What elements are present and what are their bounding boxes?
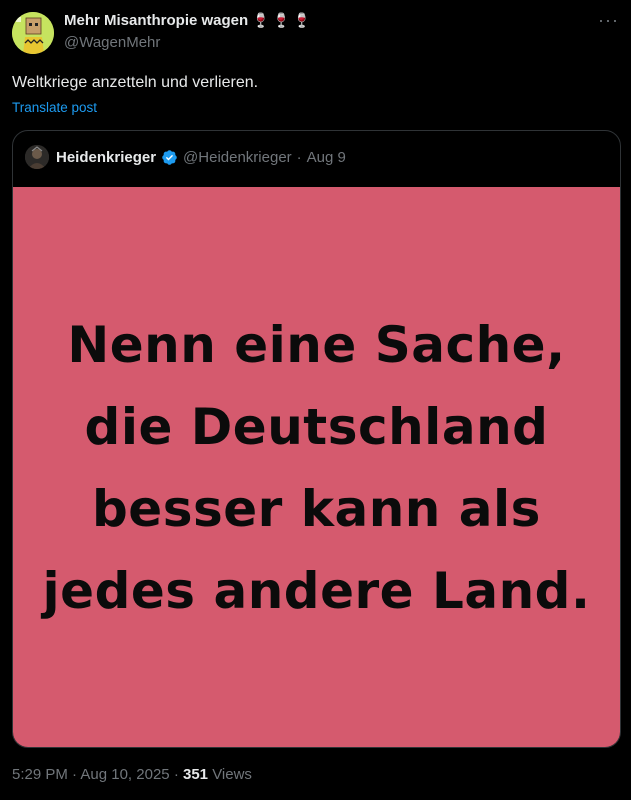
image-text-line: jedes andere Land. xyxy=(42,561,591,620)
warrior-avatar-icon xyxy=(25,145,49,169)
verified-badge-icon xyxy=(162,149,177,165)
wine-glass-emoji: 🍷🍷🍷 xyxy=(252,12,314,28)
translate-post-link[interactable]: Translate post xyxy=(12,100,97,115)
separator-dot: · xyxy=(296,148,302,166)
separator-dot: · xyxy=(173,766,179,783)
quoted-post-image[interactable]: Nenn eine Sache, die Deutschland besser … xyxy=(13,187,620,747)
more-options-icon[interactable]: ··· xyxy=(598,10,619,31)
post-metadata: 5:29 PM · Aug 10, 2025 · 351 Views xyxy=(12,766,252,783)
quoted-author-handle[interactable]: @Heidenkrieger xyxy=(183,149,292,166)
author-display-name[interactable]: Mehr Misanthropie wagen xyxy=(64,12,248,29)
views-label: Views xyxy=(212,766,252,783)
image-text-line: besser kann als xyxy=(92,479,541,538)
post-text: Weltkriege anzetteln und verlieren. xyxy=(12,74,259,91)
quoted-author-display-name[interactable]: Heidenkrieger xyxy=(56,149,156,166)
author-avatar[interactable] xyxy=(12,12,54,54)
paper-bag-character-icon xyxy=(12,12,54,54)
quoted-post-header: Heidenkrieger @Heidenkrieger · Aug 9 xyxy=(25,145,346,169)
post-header: Mehr Misanthropie wagen 🍷🍷🍷 @WagenMehr ·… xyxy=(0,0,631,60)
quoted-author-avatar[interactable] xyxy=(25,145,49,169)
image-text-line: Nenn eine Sache, xyxy=(67,315,566,374)
views-count: 351 xyxy=(182,766,209,783)
quoted-post-date[interactable]: Aug 9 xyxy=(307,149,346,166)
post-date[interactable]: Aug 10, 2025 xyxy=(80,766,169,783)
separator-dot: · xyxy=(72,766,78,783)
image-text: Nenn eine Sache, die Deutschland besser … xyxy=(43,304,591,632)
author-handle[interactable]: @WagenMehr xyxy=(64,34,160,51)
quoted-post-card[interactable]: Heidenkrieger @Heidenkrieger · Aug 9 Nen… xyxy=(12,130,621,748)
post-time[interactable]: 5:29 PM xyxy=(12,766,68,783)
image-text-line: die Deutschland xyxy=(84,397,549,456)
